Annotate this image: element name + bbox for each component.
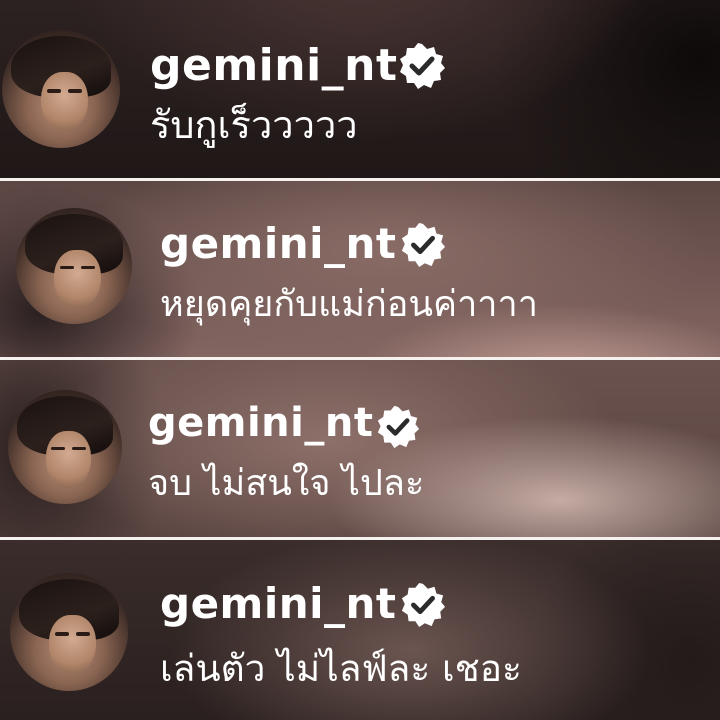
avatar[interactable] [16, 208, 132, 324]
comment-text: เล่นตัว ไม่ไลฟ์ละ เชอะ [160, 647, 522, 690]
avatar[interactable] [10, 573, 128, 691]
comment-text: หยุดคุยกับแม่ก่อนค่าาาา [160, 284, 538, 325]
verified-badge-icon [400, 43, 445, 89]
username[interactable]: gemini_nt [150, 40, 398, 92]
username[interactable]: gemini_nt [148, 398, 373, 448]
comment-card-3: gemini_nt จบ ไม่สนใจ ไปละ [0, 360, 720, 537]
avatar[interactable] [2, 30, 120, 148]
comment-card-4: gemini_nt เล่นตัว ไม่ไลฟ์ละ เชอะ [0, 540, 720, 720]
avatar[interactable] [8, 390, 122, 504]
verified-badge-icon [377, 405, 420, 449]
comment-text: จบ ไม่สนใจ ไปละ [148, 463, 425, 504]
comment-card-1: gemini_nt รับกูเร็ววววว [0, 0, 720, 178]
comment-text: รับกูเร็ววววว [150, 103, 358, 147]
verified-badge-icon [401, 582, 446, 628]
comment-card-2: gemini_nt หยุดคุยกับแม่ก่อนค่าาาา [0, 181, 720, 357]
username[interactable]: gemini_nt [160, 578, 396, 630]
verified-badge-icon [401, 222, 446, 268]
username[interactable]: gemini_nt [160, 219, 396, 269]
